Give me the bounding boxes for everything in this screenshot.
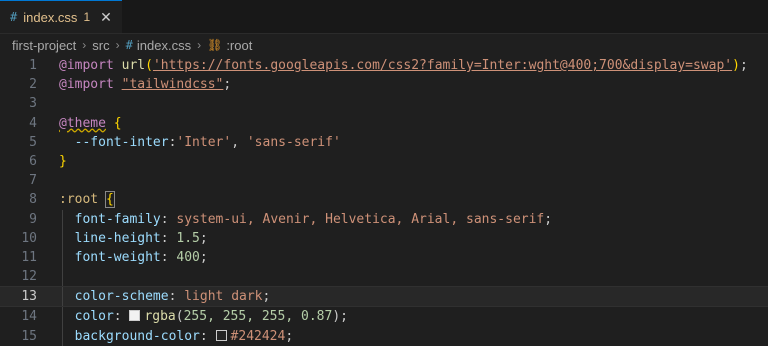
code-line: 15 background-color: #242424; xyxy=(0,326,768,346)
code-line: 8 :root { xyxy=(0,190,768,209)
line-number: 10 xyxy=(21,230,37,246)
indent-guide xyxy=(62,228,63,248)
code-line: 9 font-family: system-ui, Avenir, Helvet… xyxy=(0,209,768,229)
breadcrumb: first-project › src › # index.css › ⛓ :r… xyxy=(0,34,768,56)
chevron-right-icon: › xyxy=(115,38,120,52)
line-number: 15 xyxy=(21,328,37,344)
code-line: 11 font-weight: 400; xyxy=(0,247,768,268)
line-number: 4 xyxy=(29,115,37,131)
indent-guide xyxy=(62,326,63,346)
line-code: --font-inter:'Inter', 'sans-serif' xyxy=(74,134,341,150)
code-line: 4 @theme { xyxy=(0,114,768,133)
code-line: 5 --font-inter:'Inter', 'sans-serif' xyxy=(0,133,768,152)
editor-tab-index-css[interactable]: # index.css 1 ✕ xyxy=(0,0,122,33)
line-code: color-scheme: light dark; xyxy=(74,289,271,305)
line-code: line-height: 1.5; xyxy=(74,230,208,246)
indent-guide xyxy=(62,209,63,229)
breadcrumb-item-src[interactable]: src xyxy=(92,38,109,53)
code-line: 2 @import "tailwindcss"; xyxy=(0,75,768,94)
css-file-icon: # xyxy=(125,38,133,52)
code-line-active: 13 color-scheme: light dark; xyxy=(0,286,768,308)
line-number: 3 xyxy=(29,96,37,112)
line-number: 9 xyxy=(29,211,37,227)
line-number: 5 xyxy=(29,134,37,150)
line-code: } xyxy=(59,153,67,169)
indent-guide xyxy=(62,287,63,307)
breadcrumb-item-symbol[interactable]: :root xyxy=(226,38,252,53)
color-swatch[interactable] xyxy=(129,310,141,322)
line-number: 13 xyxy=(21,289,37,305)
line-number: 11 xyxy=(21,249,37,265)
line-number: 6 xyxy=(29,153,37,169)
code-editor[interactable]: 1 @import url('https://fonts.googleapis.… xyxy=(0,56,768,346)
line-code: :root { xyxy=(59,191,115,209)
indent-guide xyxy=(62,247,63,268)
line-number: 7 xyxy=(29,173,37,189)
line-code: font-family: system-ui, Avenir, Helvetic… xyxy=(74,211,553,227)
chevron-right-icon: › xyxy=(82,38,87,52)
tab-bar: # index.css 1 ✕ xyxy=(0,0,768,34)
code-line: 10 line-height: 1.5; xyxy=(0,228,768,248)
line-code: background-color: #242424; xyxy=(74,328,294,344)
code-line: 1 @import url('https://fonts.googleapis.… xyxy=(0,56,768,75)
code-line: 12 xyxy=(0,267,768,287)
problems-count-badge: 1 xyxy=(83,10,91,24)
chevron-right-icon: › xyxy=(197,38,202,52)
line-code: @import "tailwindcss"; xyxy=(59,77,232,93)
breadcrumb-item-file[interactable]: index.css xyxy=(137,38,191,53)
code-line: 7 xyxy=(0,171,768,190)
line-number: 1 xyxy=(29,58,37,73)
breadcrumb-item-project[interactable]: first-project xyxy=(12,38,76,53)
line-number: 12 xyxy=(21,269,37,285)
line-number: 2 xyxy=(29,77,37,93)
css-file-icon: # xyxy=(10,10,18,24)
line-code: @import url('https://fonts.googleapis.co… xyxy=(59,58,748,73)
symbol-selector-icon: ⛓ xyxy=(207,38,223,52)
line-code: @theme { xyxy=(59,115,122,131)
color-swatch[interactable] xyxy=(215,329,227,341)
line-number: 8 xyxy=(29,192,37,208)
indent-guide xyxy=(62,267,63,287)
tab-filename: index.css xyxy=(23,9,78,25)
line-code: font-weight: 400; xyxy=(74,249,208,265)
close-icon[interactable]: ✕ xyxy=(100,9,112,26)
code-line: 6 } xyxy=(0,152,768,171)
code-line: 3 xyxy=(0,94,768,113)
